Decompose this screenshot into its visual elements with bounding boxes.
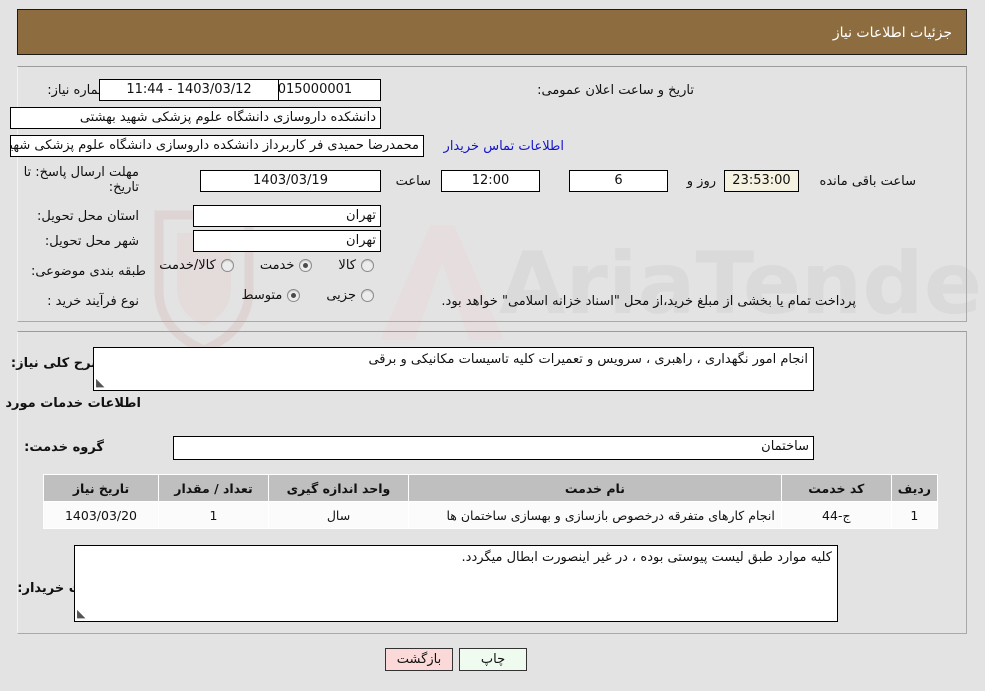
services-info-heading: اطلاعات خدمات مورد نیاز <box>0 396 142 411</box>
col-row: ردیف <box>891 474 940 502</box>
radio-item-kala[interactable]: کالا <box>339 258 375 273</box>
general-description-value: انجام امور نگهداری ، راهبری ، سرویس و تع… <box>369 352 809 367</box>
purchase-process-label: نوع فرآیند خرید : <box>48 294 140 309</box>
radio-label: خدمت <box>260 258 296 273</box>
service-group-label: گروه خدمت: <box>25 440 105 455</box>
radio-icon[interactable] <box>362 259 375 272</box>
buyer-contact-link[interactable]: اطلاعات تماس خریدار <box>445 139 565 155</box>
window-header-bar: جزئیات اطلاعات نیاز <box>18 9 968 55</box>
col-code: کد خدمت <box>781 474 893 502</box>
need-info-panel <box>18 66 968 322</box>
subject-category-radio-group[interactable]: کالا خدمت کالا/خدمت <box>134 258 375 273</box>
buyer-notes-value: کلیه موارد طبق لیست پیوستی بوده ، در غیر… <box>462 550 833 565</box>
print-button[interactable]: چاپ <box>460 648 528 671</box>
back-button[interactable]: بازگشت <box>386 648 454 671</box>
announce-datetime-value: 1403/03/12 - 11:44 <box>100 79 280 101</box>
radio-label: جزیی <box>327 288 357 303</box>
cell-row: 1 <box>891 501 940 529</box>
delivery-city-value: تهران <box>194 230 382 252</box>
resize-handle-icon[interactable]: ◢ <box>78 607 90 620</box>
table-header-row: ردیف کد خدمت نام خدمت واحد اندازه گیری ت… <box>44 474 940 502</box>
remaining-days-value: 6 <box>570 170 669 192</box>
remaining-days-label: روز و <box>687 174 717 189</box>
col-unit: واحد اندازه گیری <box>269 474 410 502</box>
delivery-city-label: شهر محل تحویل: <box>45 234 140 249</box>
purchase-process-radio-group[interactable]: جزیی متوسط <box>216 288 375 303</box>
col-name: نام خدمت <box>409 474 783 502</box>
services-table: ردیف کد خدمت نام خدمت واحد اندازه گیری ت… <box>44 474 940 529</box>
radio-label: کالا/خدمت <box>160 258 217 273</box>
remaining-time-label: ساعت باقی مانده <box>820 174 917 189</box>
cell-unit: سال <box>269 501 410 529</box>
page-root: AriaTender.net جزئیات اطلاعات نیاز شماره… <box>0 0 985 691</box>
announce-datetime-label: تاریخ و ساعت اعلان عمومی: <box>538 83 695 98</box>
radio-label: کالا <box>339 258 357 273</box>
radio-item-motavaset[interactable]: متوسط <box>242 288 302 303</box>
general-description-textarea[interactable]: انجام امور نگهداری ، راهبری ، سرویس و تع… <box>94 347 815 391</box>
radio-icon-selected[interactable] <box>288 289 302 302</box>
service-group-value: ساختمان <box>174 436 815 460</box>
radio-item-kala-khedmat[interactable]: کالا/خدمت <box>160 258 235 273</box>
radio-label: متوسط <box>242 288 284 303</box>
buyer-org-value: دانشکده داروسازی دانشگاه علوم پزشکی شهید… <box>11 107 382 129</box>
cell-name: انجام کارهای متفرقه درخصوص بازسازی و بهس… <box>409 501 783 529</box>
treasury-note-text: پرداخت تمام یا بخشی از مبلغ خرید،از محل … <box>442 294 857 309</box>
radio-icon-selected[interactable] <box>300 259 314 272</box>
col-qty: تعداد / مقدار <box>159 474 270 502</box>
remaining-time-value: 23:53:00 <box>725 170 800 192</box>
general-description-label: شرح کلی نیاز: <box>11 356 105 371</box>
response-deadline-label: مهلت ارسال پاسخ: تا <box>24 165 140 180</box>
cell-code: ج-44 <box>781 501 893 529</box>
cell-qty: 1 <box>159 501 270 529</box>
table-row: 1 ج-44 انجام کارهای متفرقه درخصوص بازساز… <box>44 501 940 529</box>
request-creator-value: محمدرضا حمیدی فر کاربرداز دانشکده داروسا… <box>11 135 425 157</box>
deadline-hour-label: ساعت <box>396 174 432 189</box>
subject-category-label: طبقه بندی موضوعی: <box>31 264 147 279</box>
cell-date: 1403/03/20 <box>44 501 160 529</box>
need-number-label: شماره نیاز: <box>48 83 110 98</box>
buyer-notes-textarea[interactable]: کلیه موارد طبق لیست پیوستی بوده ، در غیر… <box>75 545 839 622</box>
deadline-date-value: 1403/03/19 <box>201 170 382 192</box>
radio-icon[interactable] <box>221 259 235 272</box>
resize-handle-icon[interactable]: ◢ <box>97 376 109 389</box>
radio-item-khedmat[interactable]: خدمت <box>261 258 314 273</box>
response-deadline-date-label: تاریخ: <box>109 180 140 195</box>
delivery-province-label: استان محل تحویل: <box>38 209 140 224</box>
page-title: جزئیات اطلاعات نیاز <box>833 25 953 41</box>
col-date: تاریخ نیاز <box>44 474 160 502</box>
delivery-province-value: تهران <box>194 205 382 227</box>
deadline-hour-value: 12:00 <box>442 170 541 192</box>
